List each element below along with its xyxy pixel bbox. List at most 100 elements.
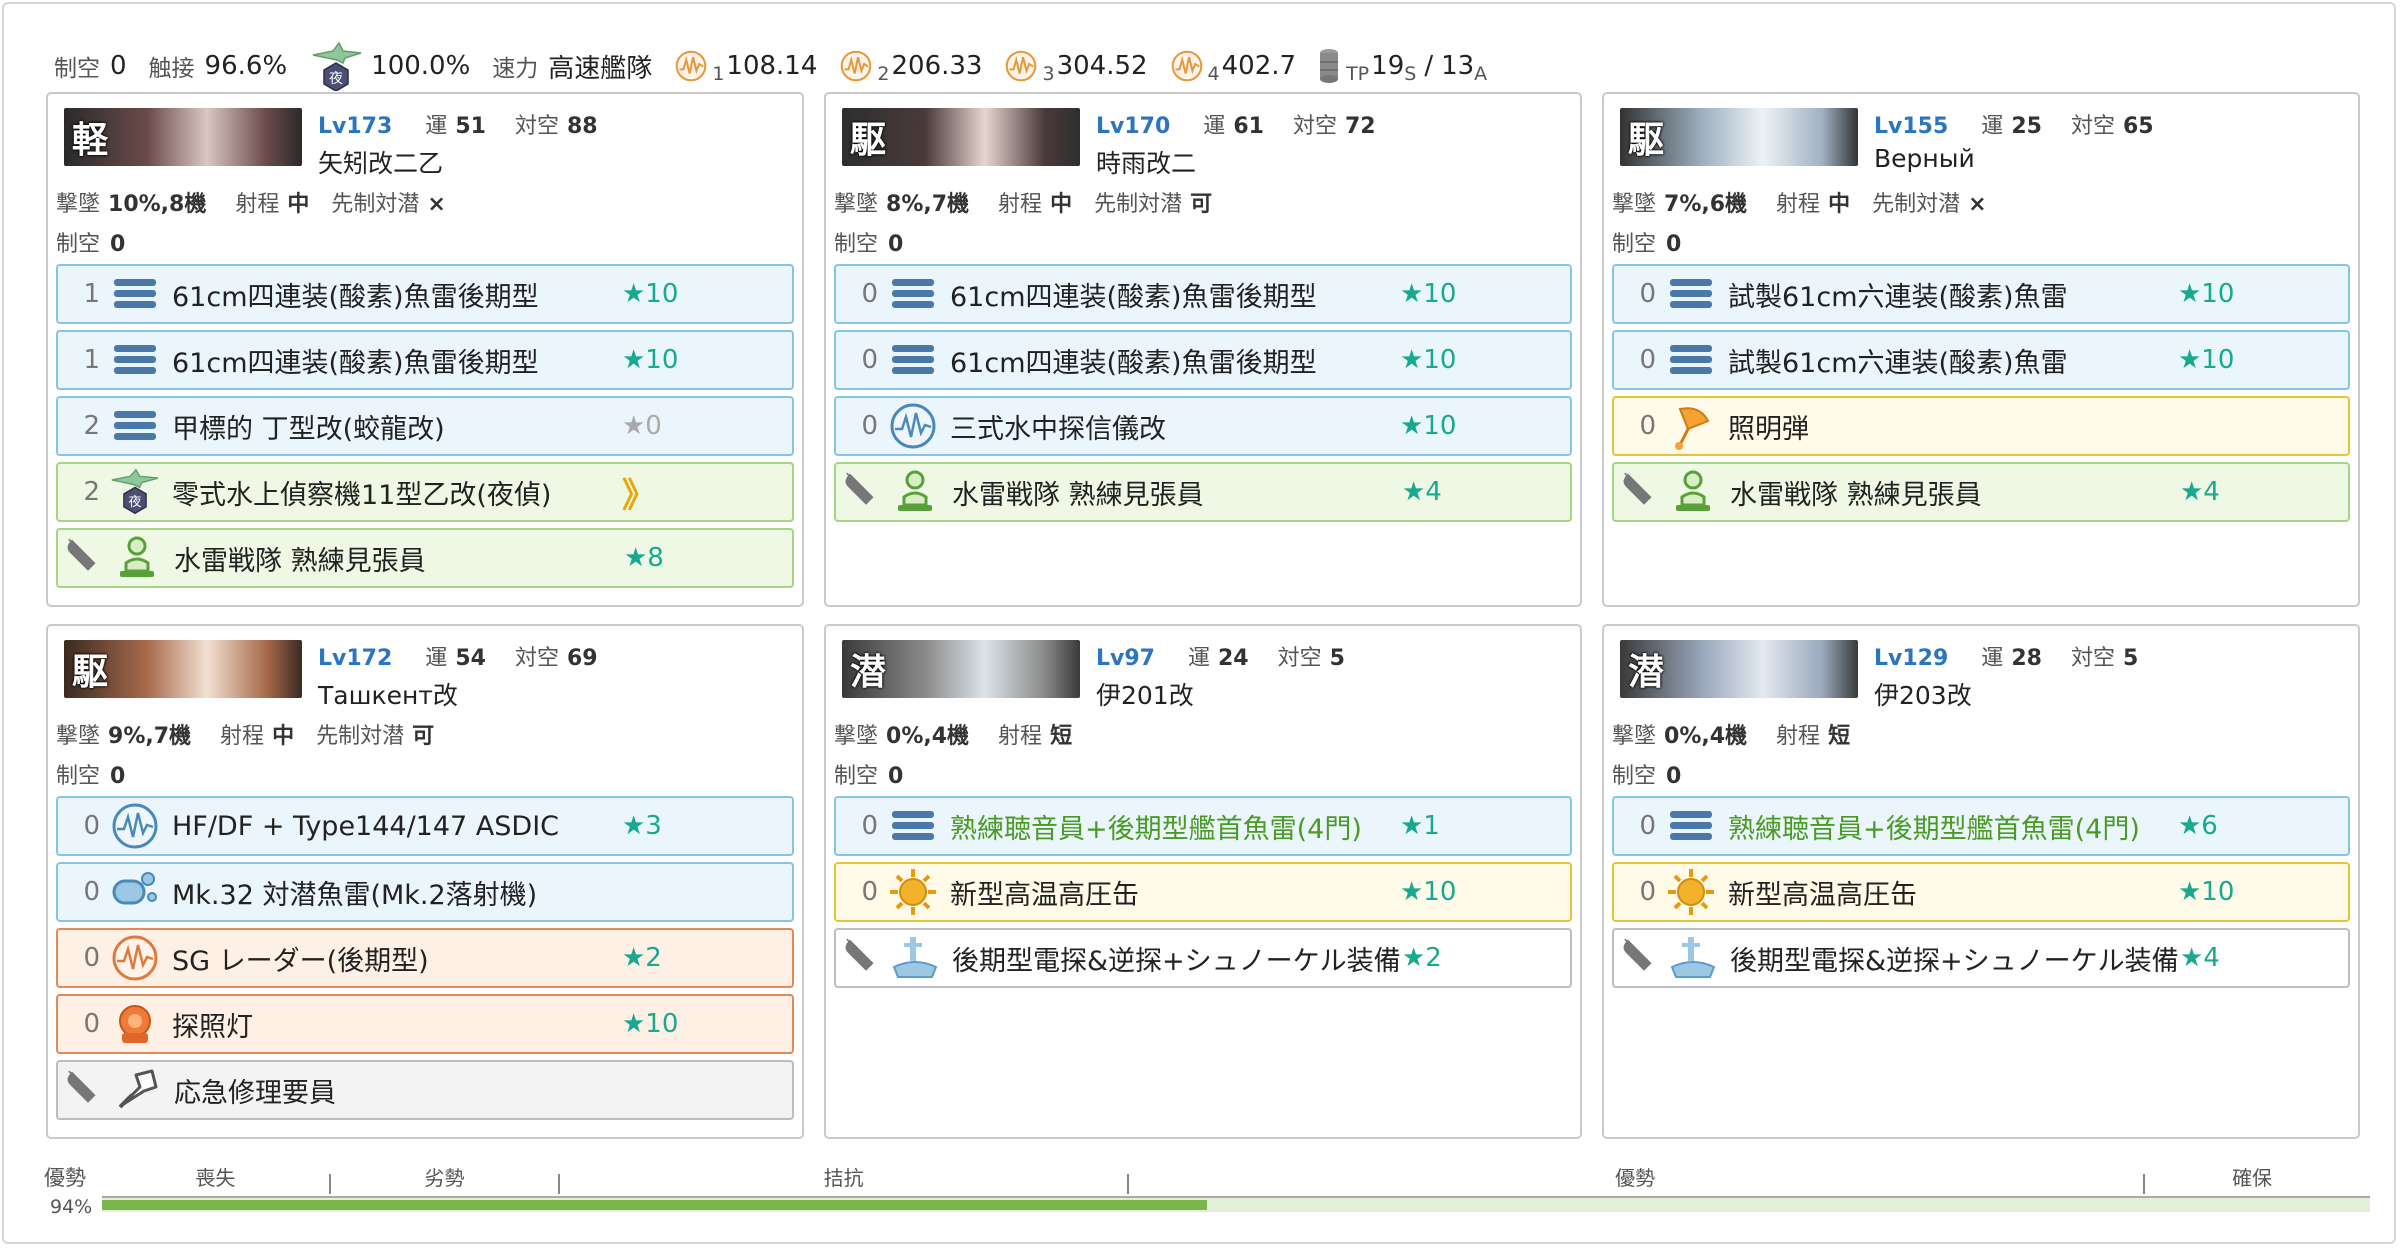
reinforcement-slot[interactable]: 後期型電探&逆探+シュノーケル装備 ★2 — [834, 928, 1572, 988]
ship-card[interactable]: 駆 Lv172 運 54 対空 69 Ташкент改 撃墜 9%,7機 射程中先制対… — [46, 624, 804, 1139]
shotdown-value: 7%,6機 — [1664, 192, 1748, 217]
oasw-value: 可 — [1190, 192, 1213, 217]
slot-aircraft-count: 0 — [861, 877, 878, 907]
equipment-name: Mk.32 対潜魚雷(Mk.2落射機) — [172, 879, 538, 911]
equipment-name: HF/DF + Type144/147 ASDIC — [172, 810, 560, 842]
equipment-slot[interactable]: 0 照明弾 — [1612, 396, 2350, 456]
air-state-zone-label: 確保 — [2232, 1166, 2273, 1190]
ship-level: Lv155 — [1874, 114, 1948, 139]
ship-card[interactable]: 軽 Lv173 運 51 対空 88 矢矧改二乙 撃墜 10%,8機 射程中先制対潜 ×… — [46, 92, 804, 607]
aa-label: 対空 — [2070, 646, 2115, 671]
equipment-slot[interactable]: 0 熟練聴音員+後期型艦首魚雷(4門) ★1 — [834, 796, 1572, 856]
equipment-name: SG レーダー(後期型) — [172, 945, 429, 977]
shotdown-value: 10%,8機 — [108, 192, 207, 217]
aa-label: 対空 — [1292, 114, 1337, 139]
ship-stat-row: 撃墜 0%,4機 射程短 — [1612, 718, 1872, 750]
equipment-slot[interactable]: 0 SG レーダー(後期型) ★2 — [56, 928, 794, 988]
ship-banner-image[interactable]: 駆 — [1620, 108, 1858, 166]
equipment-slot[interactable]: 0 試製61cm六連装(酸素)魚雷 ★10 — [1612, 264, 2350, 324]
slot-aircraft-count: 1 — [83, 345, 100, 375]
ship-banner-image[interactable]: 軽 — [64, 108, 302, 166]
wrench-icon — [842, 936, 882, 980]
night-badge-text: 夜 — [329, 71, 343, 87]
ship-name: 伊201改 — [1096, 681, 1194, 710]
equipment-name: 試製61cm六連装(酸素)魚雷 — [1728, 347, 2068, 379]
shotdown-label: 撃墜 — [56, 724, 101, 749]
equipment-slot[interactable]: 0 探照灯 ★10 — [56, 994, 794, 1054]
improvement-level: ★6 — [2178, 811, 2218, 841]
equipment-slot[interactable]: 0 Mk.32 対潜魚雷(Mk.2落射機) — [56, 862, 794, 922]
boiler-icon — [888, 867, 938, 917]
range-value: 中 — [287, 192, 310, 217]
reinforcement-slot[interactable]: 水雷戦隊 熟練見張員 ★4 — [834, 462, 1572, 522]
ship-card[interactable]: 潜 Lv129 運 28 対空 5 伊203改 撃墜 0%,4機 射程短 制空 0 0 … — [1602, 624, 2360, 1139]
tp-separator: / — [1424, 51, 1434, 81]
ship-card[interactable]: 駆 Lv155 運 25 対空 65 Верный 撃墜 7%,6機 射程中先制対潜 ×… — [1602, 92, 2360, 607]
equipment-slot[interactable]: 0 試製61cm六連装(酸素)魚雷 ★10 — [1612, 330, 2350, 390]
reinforcement-slot[interactable]: 水雷戦隊 熟練見張員 ★4 — [1612, 462, 2350, 522]
luck-value: 25 — [2011, 114, 2042, 139]
equipment-slot[interactable]: 0 新型高温高圧缶 ★10 — [834, 862, 1572, 922]
ship-air-value: 0 — [1666, 232, 1682, 257]
luck-label: 運 — [1203, 114, 1226, 139]
ship-name: 時雨改二 — [1096, 149, 1197, 178]
ship-banner-image[interactable]: 駆 — [64, 640, 302, 698]
equipment-slot[interactable]: 0 新型高温高圧缶 ★10 — [1612, 862, 2350, 922]
range-label: 射程 — [235, 192, 280, 217]
slot-aircraft-count: 2 — [83, 411, 100, 441]
equipment-slot[interactable]: 0 61cm四連装(酸素)魚雷後期型 ★10 — [834, 264, 1572, 324]
aa-label: 対空 — [514, 114, 559, 139]
aa-value: 72 — [1344, 114, 1376, 139]
equipment-slot[interactable]: 2 甲標的 丁型改(蛟龍改) ★0 — [56, 396, 794, 456]
ship-level-row: Lv129 運 28 対空 5 — [1874, 640, 2160, 672]
ship-banner-image[interactable]: 駆 — [842, 108, 1080, 166]
air-state-divider — [2143, 1174, 2146, 1194]
aa-label: 対空 — [1277, 646, 1322, 671]
aa-value: 65 — [2122, 114, 2154, 139]
slot-aircraft-count: 0 — [861, 811, 878, 841]
slot-aircraft-count: 0 — [83, 811, 100, 841]
equipment-slot[interactable]: 1 61cm四連装(酸素)魚雷後期型 ★10 — [56, 330, 794, 390]
air-state-zone-label: 喪失 — [195, 1166, 236, 1190]
reinforcement-slot[interactable]: 応急修理要員 — [56, 1060, 794, 1120]
reinforcement-slot[interactable]: 水雷戦隊 熟練見張員 ★8 — [56, 528, 794, 588]
wrench-icon — [842, 470, 882, 514]
equipment-slot[interactable]: 0 三式水中探信儀改 ★10 — [834, 396, 1572, 456]
tp-label: TP — [1346, 63, 1370, 85]
equipment-slot[interactable]: 0 61cm四連装(酸素)魚雷後期型 ★10 — [834, 330, 1572, 390]
ship-card[interactable]: 潜 Lv97 運 24 対空 5 伊201改 撃墜 0%,4機 射程短 制空 0 0 熟… — [824, 624, 1582, 1139]
slot-aircraft-count: 1 — [83, 279, 100, 309]
svg-text:夜: 夜 — [129, 495, 142, 510]
torpedo-icon — [1666, 269, 1716, 319]
aa-label: 対空 — [514, 646, 559, 671]
equipment-slot[interactable]: 2 夜 零式水上偵察機11型乙改(夜偵) 》 — [56, 462, 794, 522]
equipment-slot[interactable]: 0 HF/DF + Type144/147 ASDIC ★3 — [56, 796, 794, 856]
ship-banner-image[interactable]: 潜 — [1620, 640, 1858, 698]
lv-value: 97 — [1124, 646, 1155, 671]
equipment-name: 61cm四連装(酸素)魚雷後期型 — [950, 347, 1317, 379]
equipment-slot[interactable]: 0 熟練聴音員+後期型艦首魚雷(4門) ★6 — [1612, 796, 2350, 856]
shotdown-label: 撃墜 — [834, 192, 879, 217]
ship-level: Lv129 — [1874, 646, 1948, 671]
slot-aircraft-count: 0 — [83, 943, 100, 973]
slot-aircraft-count: 0 — [83, 1009, 100, 1039]
oasw-label: 先制対潜 — [316, 724, 405, 749]
air-power-label: 制空 — [54, 56, 100, 82]
equipment-name: 後期型電探&逆探+シュノーケル装備 — [952, 945, 1401, 977]
lv-prefix: Lv — [1874, 646, 1903, 671]
equipment-name: 零式水上偵察機11型乙改(夜偵) — [172, 479, 552, 511]
star-shell-icon — [1666, 401, 1716, 451]
ship-banner-image[interactable]: 潜 — [842, 640, 1080, 698]
lv-value: 173 — [346, 114, 393, 139]
equipment-slot[interactable]: 1 61cm四連装(酸素)魚雷後期型 ★10 — [56, 264, 794, 324]
luck-value: 61 — [1233, 114, 1264, 139]
los-value: 206.33 — [891, 51, 983, 81]
reinforcement-slot[interactable]: 後期型電探&逆探+シュノーケル装備 ★4 — [1612, 928, 2350, 988]
improvement-level: ★4 — [1402, 477, 1442, 507]
ship-type-label: 駆 — [1627, 119, 1664, 161]
contact-label: 触接 — [148, 56, 195, 82]
ship-name: Ташкент改 — [318, 681, 458, 710]
torpedo-icon — [110, 401, 160, 451]
ship-card[interactable]: 駆 Lv170 運 61 対空 72 時雨改二 撃墜 8%,7機 射程中先制対潜可 制… — [824, 92, 1582, 607]
equipment-name: 61cm四連装(酸素)魚雷後期型 — [950, 281, 1317, 313]
